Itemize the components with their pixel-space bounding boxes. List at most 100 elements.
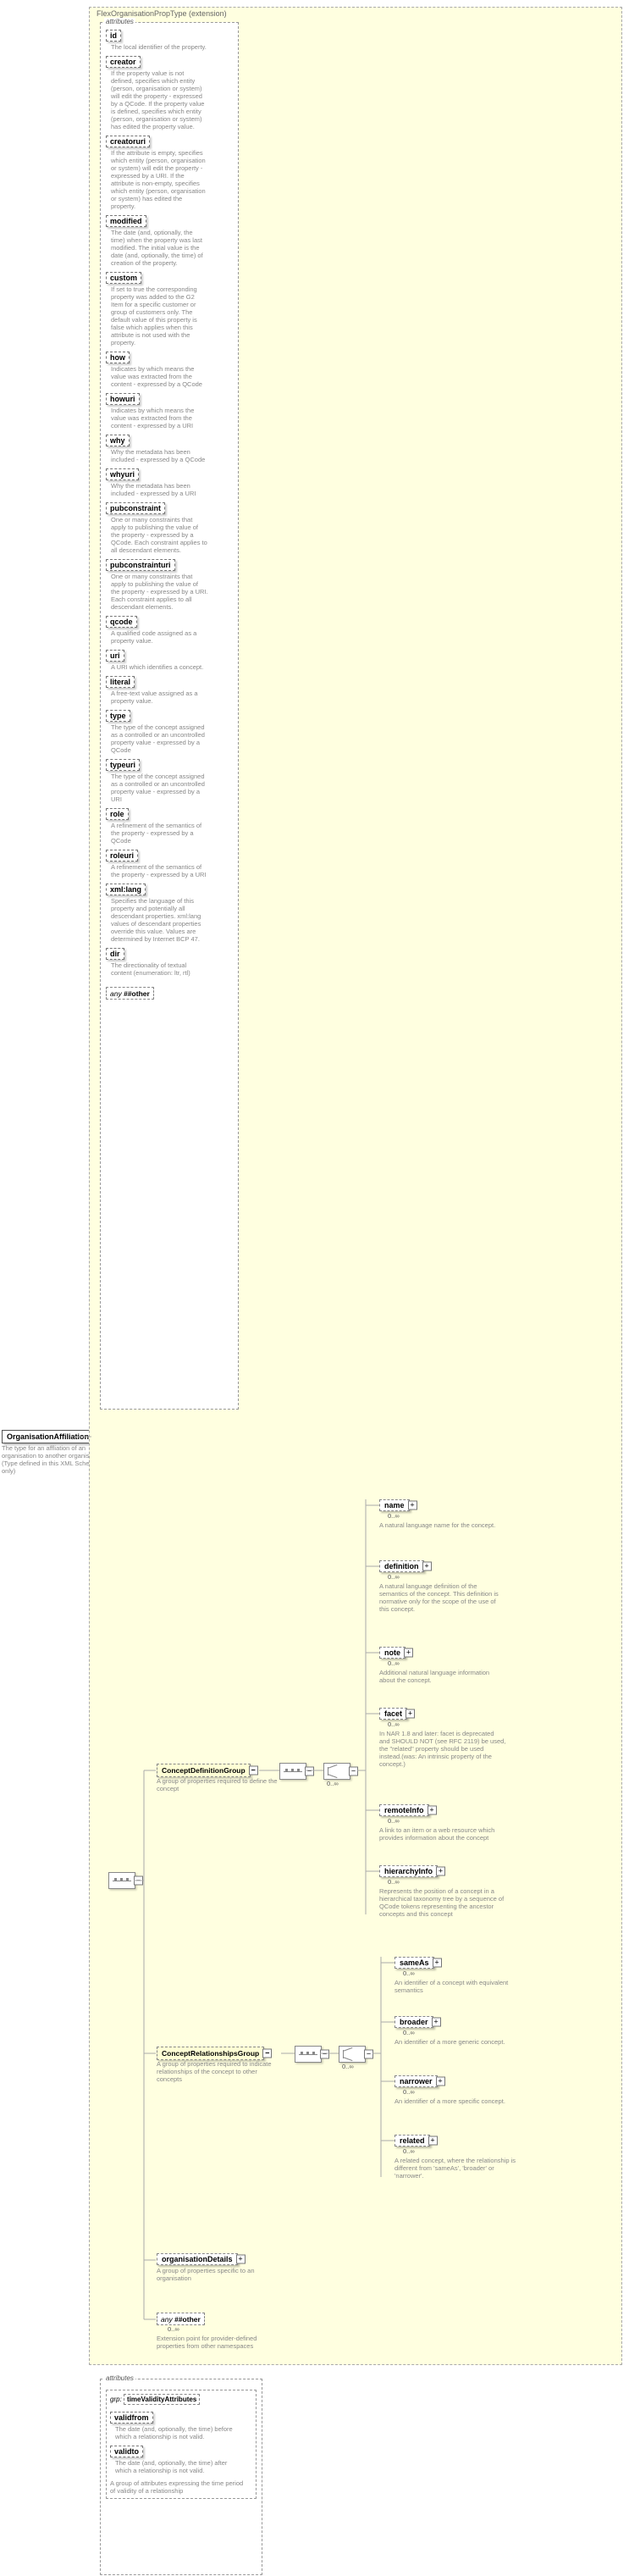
elem-note[interactable]: note+ <box>379 1647 406 1659</box>
any-attr-prefix: any <box>110 989 122 998</box>
elem-label-hierarchyInfo: hierarchyInfo <box>384 1867 433 1875</box>
sequence-main[interactable] <box>108 1872 135 1889</box>
attr-id: idThe local identifier of the property. <box>106 30 233 51</box>
attr-desc-creatoruri: If the attribute is empty, specifies whi… <box>111 149 208 210</box>
elem-definition[interactable]: definition+ <box>379 1560 424 1572</box>
elem-desc-sameAs: An identifier of a concept with equivale… <box>395 1979 521 1994</box>
any-elem-desc: Extension point for provider-defined pro… <box>157 2335 284 2350</box>
sequence-crg[interactable] <box>295 2046 322 2063</box>
sequence-cdg[interactable] <box>279 1763 306 1780</box>
expand-icon[interactable]: + <box>432 2018 441 2027</box>
attr-desc-modified: The date (and, optionally, the time) whe… <box>111 229 208 267</box>
group-concept-definition[interactable]: ConceptDefinitionGroup <box>157 1764 251 1777</box>
choice-crg-card: 0..∞ <box>342 2063 354 2070</box>
elem-desc-hierarchyInfo: Represents the position of a concept in … <box>379 1887 506 1918</box>
elem-label-name: name <box>384 1501 405 1510</box>
attr-pubconstraint: pubconstraintOne or many constraints tha… <box>106 502 233 554</box>
elem-organisation-details[interactable]: organisationDetails + <box>157 2253 238 2265</box>
attr-dir: dirThe directionality of textual content… <box>106 948 233 977</box>
elem-desc-remoteInfo: A link to an item or a web resource whic… <box>379 1826 506 1842</box>
attr-desc-creator: If the property value is not defined, sp… <box>111 69 208 130</box>
attr-desc-pubconstraint: One or many constraints that apply to pu… <box>111 516 208 554</box>
attr-name-typeuri: typeuri <box>106 759 140 771</box>
attr-typeuri: typeuriThe type of the concept assigned … <box>106 759 233 803</box>
attr-desc-validto: The date (and, optionally, the time) aft… <box>115 2459 242 2474</box>
attr-desc-howuri: Indicates by which means the value was e… <box>111 407 208 429</box>
attributes-box-2: attributes grp: timeValidityAttributes v… <box>100 2379 262 2575</box>
expand-icon[interactable]: + <box>428 1806 437 1815</box>
attr-desc-validfrom: The date (and, optionally, the time) bef… <box>115 2425 242 2440</box>
attr-why: why Why the metadata has been included - … <box>106 435 233 463</box>
attr-desc-xml:lang: Specifies the language of this property … <box>111 897 208 943</box>
elem-organisation-details-label: organisationDetails <box>162 2255 233 2263</box>
attr-name-pubconstrainturi: pubconstrainturi <box>106 559 175 571</box>
attr-modified: modified The date (and, optionally, the t… <box>106 215 233 267</box>
attr-name-xml:lang: xml:lang <box>106 884 146 895</box>
elem-desc-related: A related concept, where the relationshi… <box>395 2157 521 2180</box>
attr-name-validfrom: validfrom <box>110 2412 153 2424</box>
expand-icon[interactable]: + <box>436 1867 445 1876</box>
attributes-box-1: attributes idThe local identifier of the… <box>100 22 239 1410</box>
expand-icon[interactable]: + <box>433 1958 442 1968</box>
attr-name-dir: dir <box>106 948 124 960</box>
attr-desc-pubconstrainturi: One or many constraints that apply to pu… <box>111 573 208 611</box>
choice-cdg[interactable] <box>323 1763 350 1780</box>
attr-qcode: qcodeA qualified code assigned as a prop… <box>106 616 233 645</box>
elem-label-sameAs: sameAs <box>400 1958 429 1967</box>
attr-name-why: why <box>106 435 130 446</box>
attr-name-modified: modified <box>106 215 146 227</box>
elem-label-related: related <box>400 2136 425 2145</box>
expand-icon[interactable]: + <box>428 2136 438 2146</box>
group-crg-desc: A group of properties required to indica… <box>157 2060 284 2083</box>
elem-desc-definition: A natural language definition of the sem… <box>379 1582 506 1613</box>
elem-narrower[interactable]: narrower+ <box>395 2075 438 2087</box>
expand-icon[interactable]: + <box>404 1648 413 1658</box>
group-crg-label: ConceptRelationshipsGroup <box>162 2049 259 2058</box>
attr-creatoruri: creatoruri If the attribute is empty, spe… <box>106 136 233 210</box>
elem-card-definition: 0..∞ <box>388 1573 400 1581</box>
attr-validto: validto The date (and, optionally, the ti… <box>110 2446 252 2474</box>
attr-name-how: how <box>106 352 130 363</box>
attr-name-roleuri: roleuri <box>106 850 138 861</box>
group-concept-relationships[interactable]: ConceptRelationshipsGroup <box>157 2047 264 2060</box>
attr-name-uri: uri <box>106 650 124 662</box>
expand-icon[interactable]: + <box>406 1709 415 1719</box>
attr-name-whyuri: whyuri <box>106 468 139 480</box>
elem-org-details-desc: A group of properties specific to an org… <box>157 2267 284 2282</box>
group-cdg-label: ConceptDefinitionGroup <box>162 1766 246 1775</box>
attr-name-validto: validto <box>110 2446 143 2457</box>
elem-desc-name: A natural language name for the concept. <box>379 1521 495 1529</box>
any-elem-prefix: any <box>161 2315 173 2324</box>
attr-roleuri: roleuri A refinement of the semantics of … <box>106 850 233 878</box>
elem-card-related: 0..∞ <box>403 2147 415 2155</box>
attr-name-creatoruri: creatoruri <box>106 136 150 147</box>
attr-desc-roleuri: A refinement of the semantics of the pro… <box>111 863 208 878</box>
attr-role: roleA refinement of the semantics of the… <box>106 808 233 845</box>
attr-desc-custom: If set to true the corresponding propert… <box>111 285 208 346</box>
any-element-other: any ##other <box>157 2313 205 2325</box>
choice-cdg-card: 0..∞ <box>327 1780 339 1787</box>
elem-hierarchyInfo[interactable]: hierarchyInfo+ <box>379 1865 438 1877</box>
elem-sameAs[interactable]: sameAs+ <box>395 1957 434 1969</box>
root-type-desc: The type for an affliation of an organis… <box>2 1444 103 1475</box>
attr-uri: uriA URI which identifies a concept. <box>106 650 233 671</box>
group-cdg-desc: A group of properties required to define… <box>157 1777 284 1792</box>
elem-broader[interactable]: broader+ <box>395 2016 433 2028</box>
expand-icon[interactable]: + <box>422 1562 432 1571</box>
attr-desc-literal: A free-text value assigned as a property… <box>111 690 208 705</box>
expand-icon[interactable]: + <box>436 2077 445 2086</box>
elem-name[interactable]: name+ <box>379 1499 410 1511</box>
expand-icon[interactable]: + <box>236 2255 246 2264</box>
choice-crg[interactable] <box>339 2046 366 2063</box>
extension-label: FlexOrganisationPropType (extension) <box>97 9 227 18</box>
elem-related[interactable]: related+ <box>395 2135 430 2147</box>
attributes-label-2: attributes <box>104 2374 135 2382</box>
elem-label-remoteInfo: remoteInfo <box>384 1806 424 1814</box>
attr-name-literal: literal <box>106 676 135 688</box>
elem-facet[interactable]: facet+ <box>379 1708 407 1720</box>
expand-icon[interactable]: + <box>408 1501 417 1510</box>
elem-remoteInfo[interactable]: remoteInfo+ <box>379 1804 429 1816</box>
attributes-label-1: attributes <box>104 18 135 25</box>
attr-validfrom: validfromThe date (and, optionally, the … <box>110 2412 252 2440</box>
attr-desc-why: Why the metadata has been included - exp… <box>111 448 208 463</box>
